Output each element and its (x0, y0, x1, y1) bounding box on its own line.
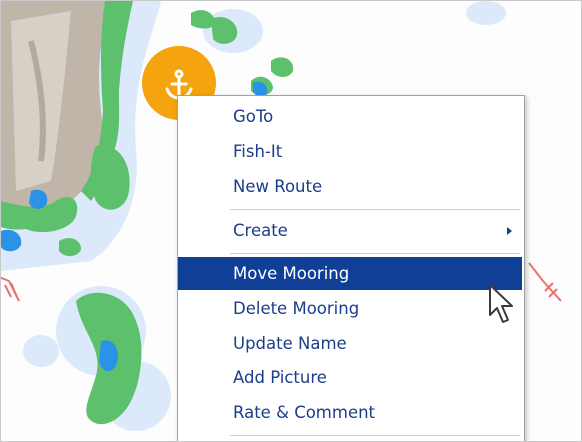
menu-item-label: GoTo (233, 107, 274, 126)
menu-item-create[interactable]: Create (178, 214, 522, 247)
menu-item-move-mooring[interactable]: Move Mooring (178, 257, 522, 290)
menu-item-label: Rate & Comment (233, 403, 376, 422)
menu-item-fish-it[interactable]: Fish-It (178, 135, 522, 168)
menu-item-label: Fish-It (233, 142, 283, 161)
menu-separator (230, 253, 520, 254)
menu-item-label: Create (233, 221, 288, 240)
menu-separator (230, 209, 520, 210)
menu-item-label: New Route (233, 177, 323, 196)
menu-separator (230, 435, 520, 436)
submenu-arrow-icon (507, 227, 512, 235)
menu-item-update-name[interactable]: Update Name (178, 327, 522, 360)
menu-item-label: Move Mooring (233, 264, 350, 283)
menu-item-new-route[interactable]: New Route (178, 170, 522, 203)
menu-item-label: Update Name (233, 334, 347, 353)
fishing-marker-icon[interactable] (528, 262, 562, 302)
menu-item-add-picture[interactable]: Add Picture (178, 361, 522, 394)
menu-item-goto[interactable]: GoTo (178, 100, 522, 133)
menu-item-delete-mooring[interactable]: Delete Mooring (178, 292, 522, 325)
context-menu: GoTo Fish-It New Route Create Move Moori… (177, 95, 525, 441)
mouse-pointer-icon (489, 284, 513, 323)
menu-item-label: Add Picture (233, 368, 327, 387)
menu-item-rate-comment[interactable]: Rate & Comment (178, 396, 522, 429)
fishing-marker-icon[interactable] (1, 276, 20, 302)
app-window: GoTo Fish-It New Route Create Move Moori… (0, 0, 582, 442)
menu-item-label: Delete Mooring (233, 299, 360, 318)
